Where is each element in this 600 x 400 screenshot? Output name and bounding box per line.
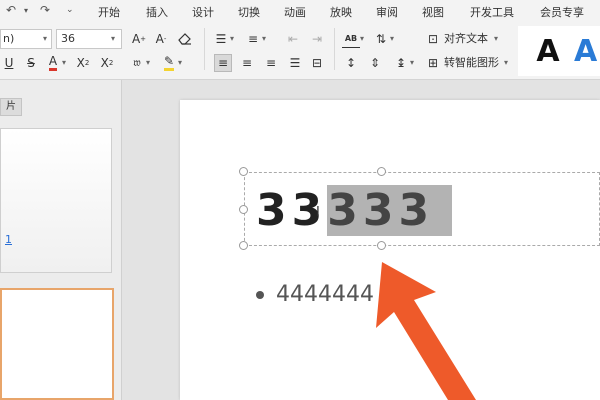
annotation-arrow-icon bbox=[376, 262, 476, 400]
